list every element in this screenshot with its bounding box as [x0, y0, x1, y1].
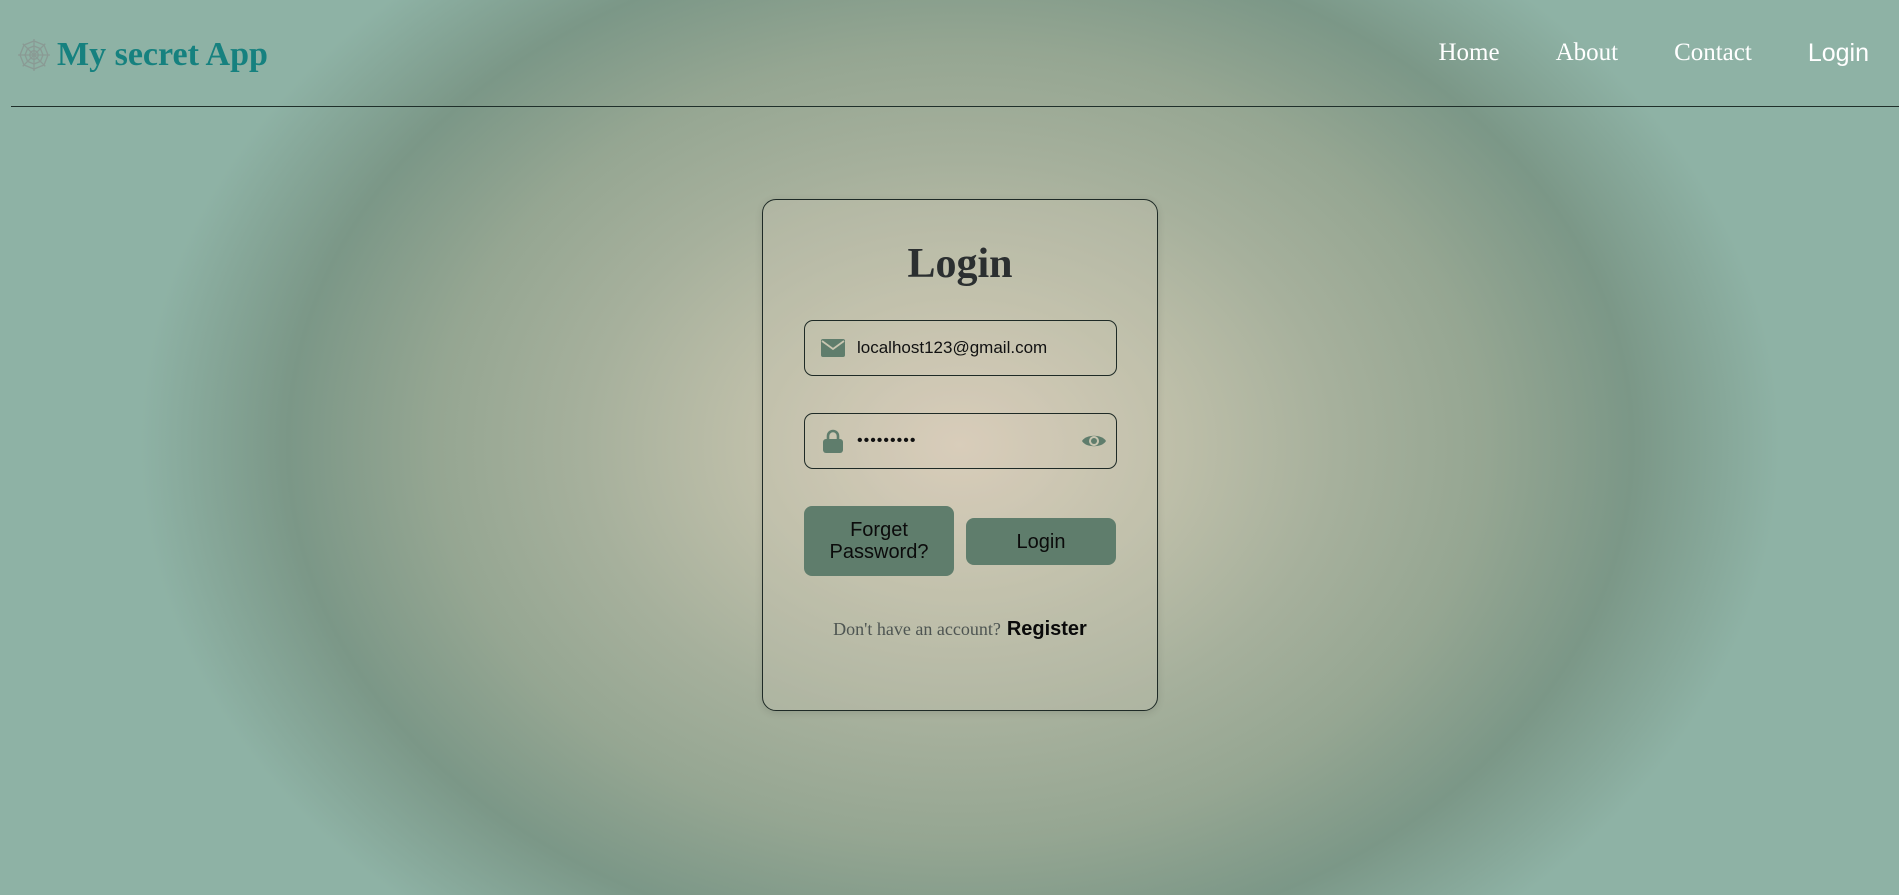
- brand-logo[interactable]: My secret App: [17, 38, 268, 72]
- nav-contact[interactable]: Contact: [1674, 38, 1752, 68]
- nav-login[interactable]: Login: [1808, 38, 1869, 68]
- login-button[interactable]: Login: [966, 518, 1116, 565]
- login-title: Login: [907, 241, 1013, 287]
- password-field: [804, 413, 1117, 469]
- nav-home[interactable]: Home: [1438, 38, 1499, 68]
- register-link[interactable]: Register: [1007, 618, 1087, 640]
- eye-icon[interactable]: [1080, 429, 1108, 453]
- login-card: Login Forget Password? Login: [762, 199, 1158, 711]
- email-input[interactable]: [857, 321, 1116, 375]
- register-row: Don't have an account? Register: [763, 618, 1157, 641]
- forget-password-button[interactable]: Forget Password?: [804, 506, 954, 576]
- spider-web-icon: [17, 38, 51, 72]
- brand-name: My secret App: [57, 36, 268, 73]
- navbar: My secret App Home About Contact Login: [11, 0, 1899, 107]
- envelope-icon: [819, 336, 847, 360]
- nav-about[interactable]: About: [1556, 38, 1619, 68]
- email-field: [804, 320, 1117, 376]
- register-prompt: Don't have an account?: [833, 619, 1001, 639]
- password-input[interactable]: [857, 414, 1080, 468]
- lock-icon: [819, 429, 847, 453]
- nav-links: Home About Contact Login: [1382, 38, 1869, 68]
